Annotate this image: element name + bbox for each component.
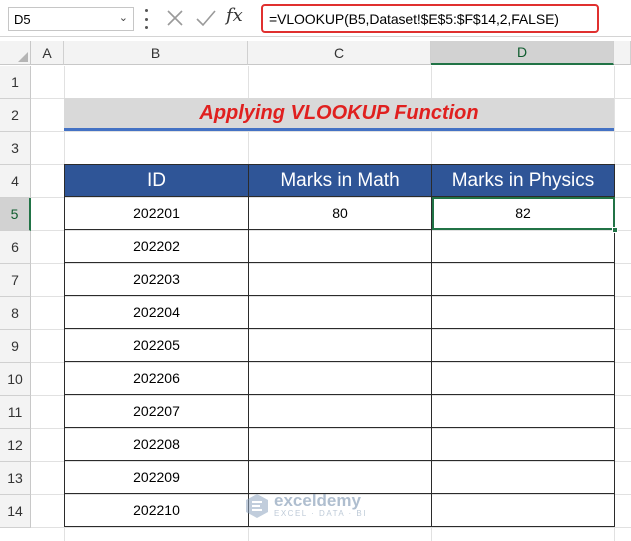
row-header-7[interactable]: 7: [0, 264, 31, 297]
table-row: 202201 80 82: [64, 196, 618, 233]
cell-id[interactable]: 202201: [64, 196, 249, 230]
select-all-button[interactable]: [0, 41, 31, 65]
cell-physics[interactable]: [431, 427, 615, 461]
cell-id[interactable]: 202203: [64, 262, 249, 296]
cell-id[interactable]: 202204: [64, 295, 249, 329]
table-row: 202208: [64, 427, 615, 461]
cell-math[interactable]: [248, 394, 432, 428]
cell-math[interactable]: [248, 262, 432, 296]
cell-physics[interactable]: [431, 229, 615, 263]
fill-handle[interactable]: [612, 227, 618, 233]
table-header-row: ID Marks in Math Marks in Physics: [64, 164, 615, 197]
insert-function-button[interactable]: fx: [226, 5, 250, 29]
cell-math[interactable]: [248, 229, 432, 263]
cell-id[interactable]: 202207: [64, 394, 249, 428]
table-row: 202209: [64, 460, 615, 494]
active-cell[interactable]: 82: [431, 196, 618, 233]
cell-math[interactable]: [248, 328, 432, 362]
cell-physics[interactable]: [431, 493, 615, 527]
cell-id[interactable]: 202206: [64, 361, 249, 395]
cell-math[interactable]: 80: [248, 196, 432, 230]
row-header-5[interactable]: 5: [0, 198, 31, 231]
header-math[interactable]: Marks in Math: [248, 164, 432, 197]
row-header-3[interactable]: 3: [0, 132, 31, 165]
check-icon[interactable]: [194, 6, 218, 30]
chevron-down-icon[interactable]: ⌄: [119, 11, 128, 24]
table-row: 202202: [64, 229, 615, 263]
row-header-10[interactable]: 10: [0, 363, 31, 396]
exceldemy-logo-icon: [246, 493, 268, 518]
cell-id[interactable]: 202205: [64, 328, 249, 362]
table-row: 202205: [64, 328, 615, 362]
formula-bar: D5 ⌄ fx =VLOOKUP(B5,Dataset!$E$5:$F$14,2…: [0, 0, 631, 37]
cell-math[interactable]: [248, 460, 432, 494]
column-header-a[interactable]: A: [31, 41, 64, 65]
cell-id[interactable]: 202210: [64, 493, 249, 527]
cell-id[interactable]: 202209: [64, 460, 249, 494]
row-header-1[interactable]: 1: [0, 66, 31, 99]
row-header-6[interactable]: 6: [0, 231, 31, 264]
row-header-11[interactable]: 11: [0, 396, 31, 429]
cell-math[interactable]: [248, 427, 432, 461]
table-row: 202206: [64, 361, 615, 395]
cell-math[interactable]: [248, 295, 432, 329]
row-header-12[interactable]: 12: [0, 429, 31, 462]
column-header-c[interactable]: C: [248, 41, 431, 65]
column-header-next[interactable]: [614, 41, 631, 65]
cell-physics[interactable]: [431, 361, 615, 395]
table-row: 202203: [64, 262, 615, 296]
formula-text: =VLOOKUP(B5,Dataset!$E$5:$F$14,2,FALSE): [269, 11, 559, 27]
table-row: 202207: [64, 394, 615, 428]
cell-physics[interactable]: [431, 262, 615, 296]
cell-math[interactable]: [248, 361, 432, 395]
page-title: Applying VLOOKUP Function: [199, 101, 479, 124]
row-header-4[interactable]: 4: [0, 165, 31, 198]
cell-physics[interactable]: [431, 328, 615, 362]
row-header-8[interactable]: 8: [0, 297, 31, 330]
row-header-2[interactable]: 2: [0, 99, 31, 132]
row-header-14[interactable]: 14: [0, 495, 31, 528]
watermark-tagline: EXCEL · DATA · BI: [274, 509, 367, 518]
header-physics[interactable]: Marks in Physics: [431, 164, 615, 197]
data-table: ID Marks in Math Marks in Physics 202201…: [64, 164, 618, 527]
watermark-name: exceldemy: [274, 491, 361, 510]
cell-id[interactable]: 202208: [64, 427, 249, 461]
cell-physics[interactable]: [431, 295, 615, 329]
exceldemy-watermark: exceldemy EXCEL · DATA · BI: [244, 492, 367, 519]
name-box[interactable]: D5 ⌄: [8, 7, 134, 31]
name-box-value: D5: [14, 12, 31, 27]
x-icon[interactable]: [163, 6, 187, 30]
drag-handle-icon[interactable]: [143, 9, 149, 29]
header-id[interactable]: ID: [64, 164, 249, 197]
formula-input[interactable]: =VLOOKUP(B5,Dataset!$E$5:$F$14,2,FALSE): [261, 4, 599, 33]
row-header-13[interactable]: 13: [0, 462, 31, 495]
cell-physics[interactable]: [431, 394, 615, 428]
column-header-d[interactable]: D: [431, 41, 614, 65]
cell-id[interactable]: 202202: [64, 229, 249, 263]
table-row: 202204: [64, 295, 615, 329]
row-header-9[interactable]: 9: [0, 330, 31, 363]
cell-physics[interactable]: [431, 460, 615, 494]
column-header-b[interactable]: B: [64, 41, 248, 65]
sheet-title-cell[interactable]: Applying VLOOKUP Function: [64, 98, 614, 131]
